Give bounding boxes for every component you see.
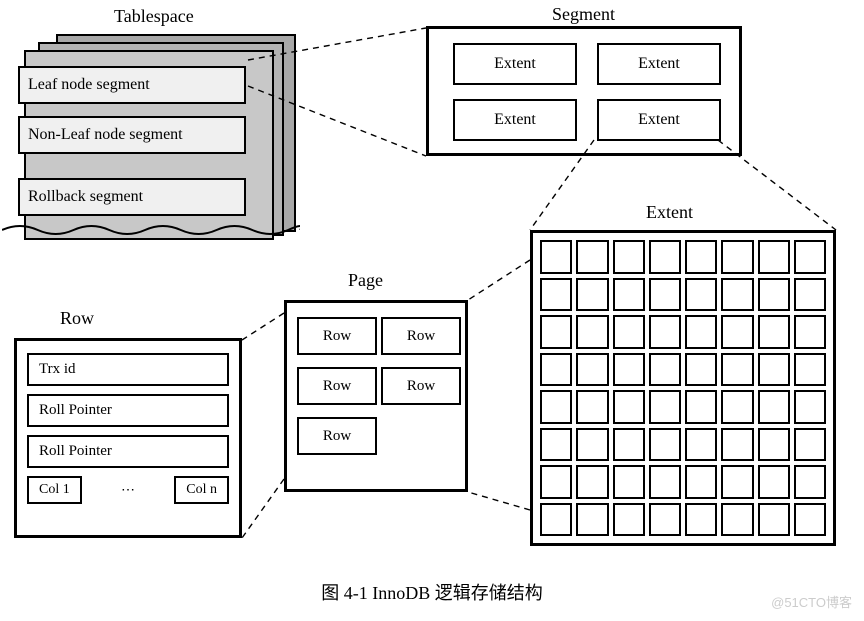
extent-page-cell xyxy=(685,503,717,537)
extent-page-cell xyxy=(649,315,681,349)
extent-page-cell xyxy=(576,353,608,387)
extent-page-cell xyxy=(685,465,717,499)
extent-page-cell xyxy=(685,353,717,387)
extent-page-cell xyxy=(613,353,645,387)
row-diagram: Trx id Roll Pointer Roll Pointer Col 1 ⋯… xyxy=(14,338,242,538)
extent-page-cell xyxy=(613,240,645,274)
extent-page-cell xyxy=(758,428,790,462)
roll-pointer-field: Roll Pointer xyxy=(27,435,229,468)
extent-page-cell xyxy=(794,315,826,349)
extent-page-cell xyxy=(649,428,681,462)
tablespace-diagram: Leaf node segment Non-Leaf node segment … xyxy=(14,34,294,234)
extent-cell: Extent xyxy=(453,43,577,85)
extent-page-cell xyxy=(576,240,608,274)
extent-page-cell xyxy=(794,240,826,274)
watermark: @51CTO博客 xyxy=(771,592,852,611)
extent-page-cell xyxy=(540,315,572,349)
extent-cell: Extent xyxy=(597,99,721,141)
tablespace-label: Tablespace xyxy=(114,6,194,27)
extent-page-cell xyxy=(794,278,826,312)
trx-id-field: Trx id xyxy=(27,353,229,386)
extent-page-cell xyxy=(613,315,645,349)
extent-page-cell xyxy=(758,465,790,499)
extent-page-cell xyxy=(758,278,790,312)
extent-page-cell xyxy=(613,278,645,312)
extent-page-cell xyxy=(721,465,753,499)
extent-label: Extent xyxy=(646,202,693,223)
extent-page-cell xyxy=(540,278,572,312)
extent-page-cell xyxy=(794,390,826,424)
extent-page-cell xyxy=(540,465,572,499)
extent-page-cell xyxy=(649,353,681,387)
extent-page-cell xyxy=(540,503,572,537)
extent-page-cell xyxy=(576,503,608,537)
extent-page-cell xyxy=(540,240,572,274)
extent-page-cell xyxy=(649,465,681,499)
non-leaf-node-segment: Non-Leaf node segment xyxy=(18,116,246,154)
leaf-node-segment: Leaf node segment xyxy=(18,66,246,104)
extent-page-cell xyxy=(649,503,681,537)
extent-diagram xyxy=(530,230,836,546)
page-diagram: Row Row Row Row Row xyxy=(284,300,468,492)
extent-page-cell xyxy=(685,428,717,462)
extent-page-cell xyxy=(613,465,645,499)
extent-page-cell xyxy=(758,240,790,274)
extent-page-cell xyxy=(758,315,790,349)
extent-cell: Extent xyxy=(597,43,721,85)
extent-page-cell xyxy=(721,503,753,537)
extent-page-cell xyxy=(721,390,753,424)
roll-pointer-field: Roll Pointer xyxy=(27,394,229,427)
extent-page-cell xyxy=(576,428,608,462)
extent-page-cell xyxy=(794,428,826,462)
extent-page-cell xyxy=(721,353,753,387)
rollback-segment: Rollback segment xyxy=(18,178,246,216)
extent-page-cell xyxy=(721,315,753,349)
extent-page-cell xyxy=(794,503,826,537)
extent-page-cell xyxy=(576,315,608,349)
extent-page-cell xyxy=(540,428,572,462)
extent-page-cell xyxy=(685,278,717,312)
extent-page-cell xyxy=(540,390,572,424)
extent-page-cell xyxy=(721,278,753,312)
page-row: Row xyxy=(297,367,377,405)
extent-page-cell xyxy=(649,390,681,424)
page-label: Page xyxy=(348,270,383,291)
extent-page-cell xyxy=(613,390,645,424)
page-row: Row xyxy=(297,317,377,355)
extent-page-cell xyxy=(613,503,645,537)
extent-cell: Extent xyxy=(453,99,577,141)
extent-page-cell xyxy=(758,390,790,424)
extent-page-cell xyxy=(794,465,826,499)
extent-page-cell xyxy=(721,240,753,274)
page-row: Row xyxy=(381,317,461,355)
page-row: Row xyxy=(381,367,461,405)
extent-page-cell xyxy=(649,240,681,274)
extent-page-cell xyxy=(685,240,717,274)
row-label: Row xyxy=(60,308,94,329)
col-dots: ⋯ xyxy=(90,482,167,499)
segment-label: Segment xyxy=(552,4,615,25)
extent-page-cell xyxy=(540,353,572,387)
page-row: Row xyxy=(297,417,377,455)
segment-diagram: Extent Extent Extent Extent xyxy=(426,26,742,156)
extent-page-cell xyxy=(758,353,790,387)
extent-page-cell xyxy=(721,428,753,462)
col-last: Col n xyxy=(174,476,229,504)
extent-page-cell xyxy=(649,278,681,312)
extent-page-cell xyxy=(758,503,790,537)
extent-page-cell xyxy=(576,465,608,499)
extent-page-cell xyxy=(685,390,717,424)
extent-page-cell xyxy=(576,278,608,312)
col-first: Col 1 xyxy=(27,476,82,504)
extent-page-cell xyxy=(794,353,826,387)
extent-page-cell xyxy=(685,315,717,349)
figure-caption: 图 4-1 InnoDB 逻辑存储结构 xyxy=(0,579,864,605)
extent-page-cell xyxy=(576,390,608,424)
extent-page-cell xyxy=(613,428,645,462)
